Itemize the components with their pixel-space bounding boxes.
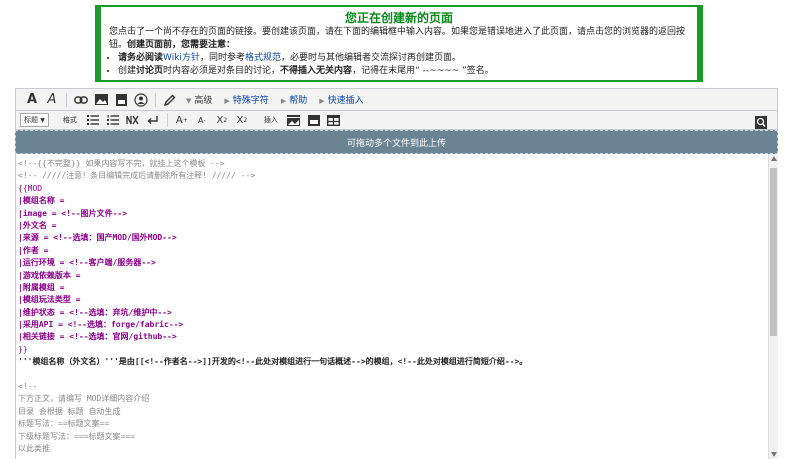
help-tab[interactable]: ▶ 帮助 — [281, 93, 307, 106]
chevron-down-icon: ▼ — [186, 97, 192, 105]
editor-line: |image = <!--图片文件--> — [18, 208, 128, 218]
separator — [155, 92, 156, 107]
bullet-list-icon[interactable] — [85, 111, 101, 129]
small-text-icon[interactable]: A- — [194, 111, 210, 129]
redirect-icon[interactable] — [306, 111, 322, 129]
editor-line: |采用API = <!--选填：forge/fabric--> — [18, 320, 184, 330]
table-icon[interactable] — [326, 111, 342, 129]
notice-list: 请务必阅读Wiki方针，同时参考格式规范，必要时与其他编辑者交流探讨再创建页面。… — [109, 52, 689, 78]
editor-line: '''模组名称（外文名）'''是由[[<!--作者名-->]]开发的<!--此处… — [18, 357, 528, 367]
signature-icon[interactable] — [133, 91, 149, 109]
special-chars-tab[interactable]: ▶ 特殊字符 — [224, 93, 268, 106]
quick-insert-tab[interactable]: ▶ 快速插入 — [319, 93, 363, 106]
editor-line: |作者 = — [18, 245, 49, 255]
drop-zone-label: 可拖动多个文件到此上传 — [346, 138, 446, 149]
editor-line: |外文名 = — [18, 220, 57, 230]
format-label: 格式 — [62, 116, 77, 124]
file-drop-zone[interactable]: 可拖动多个文件到此上传 — [15, 130, 778, 154]
editor-line: {{MOD — [18, 183, 43, 193]
notice-intro: 您点击了一个尚不存在的页面的链接。要创建该页面，请在下面的编辑框中输入内容。如果… — [109, 27, 686, 50]
scrollbar-thumb[interactable] — [770, 168, 777, 336]
notice-title: 您正在创建新的页面 — [344, 11, 453, 25]
editor-line: 下方正文，请编写 MOD详细内容介绍 — [18, 394, 150, 404]
editor-content[interactable]: <!--{{不完整}} 如果内容写不完，就挂上这个模板 --> <!-- ///… — [18, 158, 768, 455]
editor-line: 标题写法：==标题文案== — [18, 419, 110, 429]
scroll-up-icon[interactable] — [770, 156, 777, 161]
gallery-icon[interactable] — [286, 111, 302, 129]
subscript-icon[interactable]: X2 — [234, 111, 250, 129]
new-page-notice: 您正在创建新的页面 您点击了一个尚不存在的页面的链接。要创建该页面，请在下面的编… — [95, 5, 703, 82]
editor-line: <!-- /////注意！条目编辑完成后请删除所有注释! ///// --> — [18, 171, 256, 181]
editor-line: |来源 = <!--选填：国产MOD/国外MOD--> — [18, 233, 177, 243]
image-icon[interactable] — [93, 91, 109, 109]
chevron-right-icon: ▶ — [224, 97, 230, 105]
scroll-down-icon[interactable] — [770, 452, 777, 457]
editor-line: 下级标题写法：===标题文案=== — [18, 431, 135, 441]
editor-line: |模组名称 = — [18, 196, 65, 206]
editor-toolbar-main: A A ▼ 高级 ▶ 特殊字符 ▶ 帮助 ▶ 快速插入 — [15, 88, 778, 110]
separator — [166, 113, 168, 127]
notice-item-2: 创建讨论页时内容必须是对条目的讨论，不得插入无关内容，记得在末尾用“ --~~~… — [118, 65, 689, 78]
editor-line: 以此类推 — [18, 443, 50, 453]
editor-line: |维护状态 = <!--选填：弃坑/维护中--> — [18, 307, 172, 317]
editor-toolbar-advanced: 标题 ▼ 格式 A + A- X2 X2 插入 — [15, 110, 778, 130]
heading-select[interactable]: 标题 ▼ — [20, 113, 49, 127]
chevron-right-icon: ▶ — [280, 97, 287, 105]
advanced-tab[interactable]: ▼ 高级 — [186, 93, 212, 106]
separator — [66, 92, 67, 107]
superscript-icon[interactable]: X2 — [214, 111, 230, 129]
notice-item-1: 请务必阅读Wiki方针，同时参考格式规范，必要时与其他编辑者交流探讨再创建页面。 — [118, 52, 689, 65]
link-icon[interactable] — [73, 91, 89, 109]
editor-line: |附属模组 = — [18, 282, 65, 292]
editor-line: |模组玩法类型 = — [18, 295, 81, 305]
numbered-list-icon[interactable] — [105, 111, 121, 129]
nowiki-icon[interactable] — [125, 111, 141, 129]
editor-line: <!-- — [18, 382, 38, 392]
editor-line: <!--{{不完整}} 如果内容写不完，就挂上这个模板 --> — [18, 159, 225, 168]
big-text-icon[interactable]: A + — [174, 111, 190, 129]
editor-line: 目录 会根据 标题 自动生成 — [18, 406, 121, 416]
chevron-right-icon: ▶ — [319, 97, 325, 105]
format-guide-link[interactable]: 格式规范 — [245, 53, 281, 63]
editor-scrollbar[interactable] — [768, 154, 778, 459]
wikitext-editor[interactable]: <!--{{不完整}} 如果内容写不完，就挂上这个模板 --> <!-- ///… — [15, 154, 778, 459]
file-icon[interactable] — [113, 91, 129, 109]
chevron-down-icon: ▼ — [40, 116, 45, 124]
editor-line: |游戏依赖版本 = — [18, 270, 81, 280]
italic-button[interactable]: A — [44, 91, 60, 109]
policy-link[interactable]: Wiki方针 — [163, 53, 200, 63]
insert-label: 插入 — [263, 116, 278, 124]
editor-line: |相关链接 = <!--选填：官网/github--> — [18, 332, 177, 342]
bold-button[interactable]: A — [24, 91, 40, 109]
pencil-icon[interactable] — [162, 91, 178, 109]
editor-line: |运行环境 = <!--客户端/服务器--> — [18, 258, 156, 268]
newline-icon[interactable] — [145, 111, 161, 129]
search-replace-icon[interactable] — [753, 113, 769, 131]
editor-line: }} — [18, 344, 28, 354]
